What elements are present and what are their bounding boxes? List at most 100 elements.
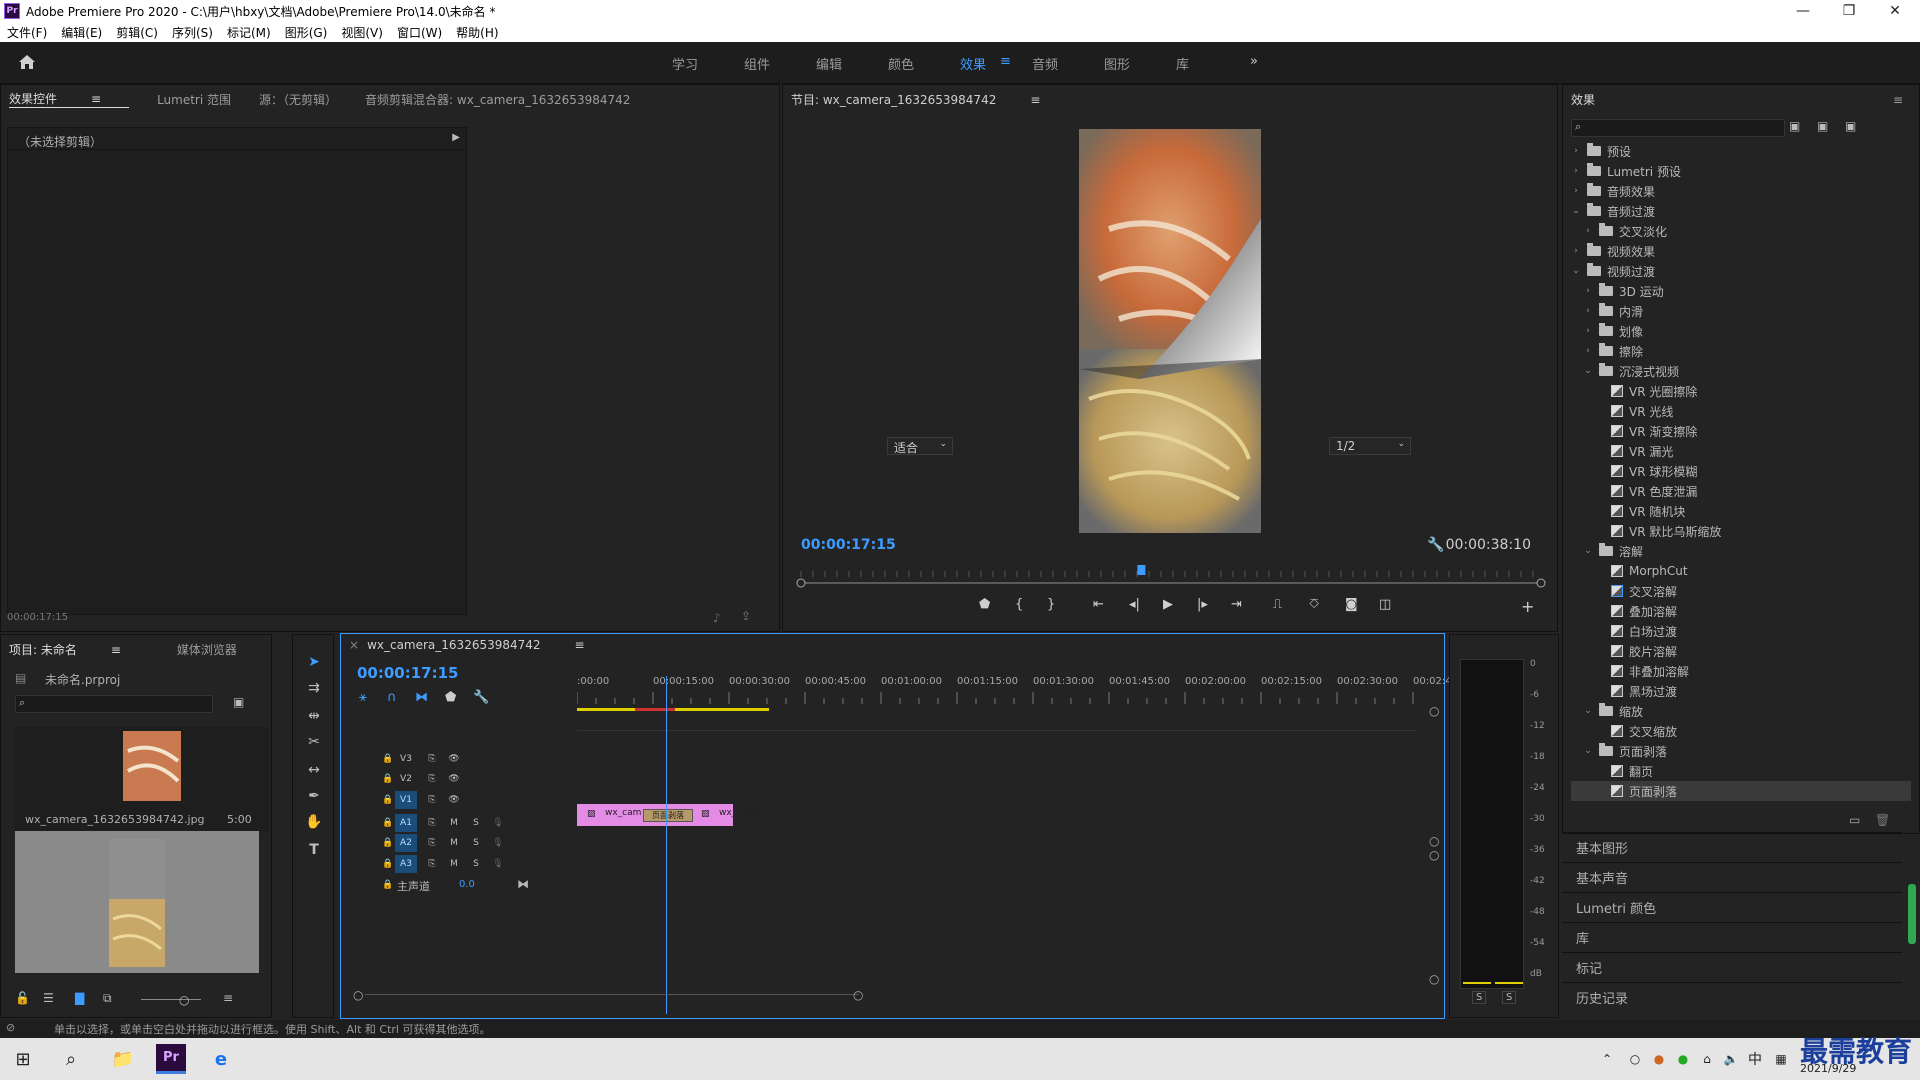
panel-essential-graphics[interactable]: 基本图形 <box>1562 832 1902 862</box>
chevron-right-icon[interactable]: › <box>1571 246 1581 256</box>
workspace-editing[interactable]: 编辑 <box>816 54 842 73</box>
microphone-icon[interactable]: 🎙 <box>487 855 509 873</box>
wrench-icon[interactable]: 🔧 <box>1427 537 1444 553</box>
effects-tree-item[interactable]: › 交叉淡化 <box>1571 221 1911 241</box>
add-marker-icon[interactable]: ⬟ <box>979 597 990 612</box>
effects-tree-item[interactable]: VR 光线 <box>1571 401 1911 421</box>
chevron-down-icon[interactable]: ⌄ <box>1583 366 1593 376</box>
chevron-right-icon[interactable]: › <box>1583 286 1593 296</box>
edge-browser-icon[interactable]: e <box>206 1044 236 1074</box>
workspace-libraries[interactable]: 库 <box>1176 54 1189 73</box>
effects-tree-item[interactable]: 胶片溶解 <box>1571 641 1911 661</box>
effects-tree-item[interactable]: 交叉缩放 <box>1571 721 1911 741</box>
tab-program[interactable]: 节目: wx_camera_1632653984742 ≡ <box>791 91 1068 108</box>
close-button[interactable]: ✕ <box>1872 0 1918 22</box>
effects-tree-item[interactable]: 黑场过渡 <box>1571 681 1911 701</box>
sync-lock-icon[interactable]: ⎘ <box>421 791 443 809</box>
add-marker-icon[interactable]: ⬟ <box>445 690 456 705</box>
home-icon[interactable] <box>18 54 36 70</box>
track-target-toggle[interactable]: A3 <box>395 855 417 873</box>
solo-button[interactable]: S <box>465 834 487 852</box>
chevron-down-icon[interactable]: ⌄ <box>1583 746 1593 756</box>
sync-lock-icon[interactable]: ⎘ <box>421 750 443 768</box>
workspace-effects[interactable]: 效果 <box>960 54 986 73</box>
sync-lock-icon[interactable]: ⎘ <box>421 834 443 852</box>
microphone-icon[interactable]: 🎙 <box>487 834 509 852</box>
extract-icon[interactable]: ⎏ <box>1309 597 1319 612</box>
premiere-taskbar-icon[interactable]: Pr <box>156 1044 186 1074</box>
effects-tree-item[interactable]: › 内滑 <box>1571 301 1911 321</box>
tab-sequence[interactable]: × wx_camera_1632653984742 ≡ <box>349 638 613 652</box>
effects-tree-item[interactable]: › 擦除 <box>1571 341 1911 361</box>
effects-tree-item[interactable]: 叠加溶解 <box>1571 601 1911 621</box>
comparison-view-icon[interactable]: ◫ <box>1379 597 1391 612</box>
effects-tree-item[interactable]: ⌄ 音频过渡 <box>1571 201 1911 221</box>
chevron-right-icon[interactable]: › <box>1583 346 1593 356</box>
accelerated-effects-icon[interactable]: ▣ <box>1789 119 1800 133</box>
panel-menu-icon[interactable]: ≡ <box>91 92 101 106</box>
vertical-scrollbar[interactable]: ○ ○ ○ ○ <box>1429 704 1439 1004</box>
render-icon[interactable]: ♪ <box>713 611 721 625</box>
effects-tree-item[interactable]: ⌄ 缩放 <box>1571 701 1911 721</box>
snap-magnet-icon[interactable]: ∩ <box>387 690 397 705</box>
file-explorer-icon[interactable]: 📁 <box>108 1044 138 1074</box>
sync-lock-icon[interactable]: ⎘ <box>421 855 443 873</box>
effects-tree-item[interactable]: MorphCut <box>1571 561 1911 581</box>
menu-clip[interactable]: 剪辑(C) <box>109 24 165 41</box>
workspace-graphics[interactable]: 图形 <box>1104 54 1130 73</box>
slip-tool-icon[interactable]: ↔ <box>303 759 325 781</box>
lock-icon[interactable]: 🔓 <box>15 991 30 1005</box>
track-target-toggle[interactable]: A2 <box>395 834 417 852</box>
effects-tree-item[interactable]: 白场过渡 <box>1571 621 1911 641</box>
project-item-card[interactable]: wx_camera_1632653984742.jpg 5:00 <box>15 727 269 833</box>
scrollbar-thumb[interactable] <box>1908 884 1916 944</box>
tab-effects[interactable]: 效果 <box>1571 91 1595 108</box>
panel-essential-sound[interactable]: 基本声音 <box>1562 862 1902 892</box>
tray-chevron-icon[interactable]: ⌃ <box>1592 1044 1622 1074</box>
solo-right-button[interactable]: S <box>1502 991 1517 1004</box>
menu-help[interactable]: 帮助(H) <box>449 24 505 41</box>
effects-tree-item[interactable]: › 音频效果 <box>1571 181 1911 201</box>
razor-tool-icon[interactable]: ✂ <box>303 731 325 753</box>
ime-grid-icon[interactable]: ▦ <box>1766 1044 1796 1074</box>
chevron-right-icon[interactable]: › <box>1571 186 1581 196</box>
export-frame-icon[interactable]: ◙ <box>1345 597 1358 612</box>
effects-tree-item[interactable]: VR 渐变擦除 <box>1571 421 1911 441</box>
panel-lumetri-color[interactable]: Lumetri 颜色 <box>1562 892 1902 922</box>
menu-window[interactable]: 窗口(W) <box>390 24 449 41</box>
tab-media-browser[interactable]: 媒体浏览器 <box>177 641 237 658</box>
play-icon[interactable]: ▶ <box>1163 597 1173 612</box>
new-bin-icon[interactable]: ▭ <box>1849 813 1860 827</box>
program-scrubber[interactable] <box>795 561 1547 589</box>
ripple-edit-tool-icon[interactable]: ⇹ <box>303 705 325 727</box>
eye-icon[interactable]: 👁 <box>443 791 465 809</box>
effects-tree-item[interactable]: › 划像 <box>1571 321 1911 341</box>
tab-lumetri-scopes[interactable]: Lumetri 范围 <box>157 91 231 108</box>
minimize-button[interactable]: — <box>1780 0 1826 22</box>
effects-tree-item[interactable]: 交叉溶解 <box>1571 581 1911 601</box>
program-current-timecode[interactable]: 00:00:17:15 <box>801 537 896 553</box>
menu-view[interactable]: 视图(V) <box>334 24 390 41</box>
yuv-effects-icon[interactable]: ▣ <box>1845 119 1856 133</box>
step-forward-icon[interactable]: |▸ <box>1197 597 1208 612</box>
panel-markers[interactable]: 标记 <box>1562 952 1902 982</box>
effects-tree-item[interactable]: ⌄ 溶解 <box>1571 541 1911 561</box>
effects-tree-item[interactable]: VR 漏光 <box>1571 441 1911 461</box>
taskbar-search-icon[interactable]: ⌕ <box>56 1044 86 1074</box>
go-to-end-icon[interactable]: ⧓ <box>517 877 529 891</box>
timeline-playhead[interactable] <box>666 676 668 1014</box>
master-volume-value[interactable]: 0.0 <box>459 879 475 890</box>
zoom-slider[interactable] <box>141 999 201 1000</box>
windows-start-icon[interactable]: ⊞ <box>8 1044 38 1074</box>
transition-page-peel[interactable]: 页面剥落 <box>643 809 693 822</box>
panel-libraries[interactable]: 库 <box>1562 922 1902 952</box>
export-icon[interactable]: ⇪ <box>741 609 751 623</box>
effects-tree-item[interactable]: VR 光圈擦除 <box>1571 381 1911 401</box>
workspace-audio[interactable]: 音频 <box>1032 54 1058 73</box>
chevron-right-icon[interactable]: › <box>1571 146 1581 156</box>
workspace-menu-icon[interactable]: ≡ <box>1000 54 1011 69</box>
eye-icon[interactable]: 👁 <box>443 750 465 768</box>
horizontal-scrollbar[interactable]: ○ ○ <box>353 988 873 1002</box>
workspace-color[interactable]: 颜色 <box>888 54 914 73</box>
sort-icon[interactable]: ≡ <box>223 991 233 1005</box>
